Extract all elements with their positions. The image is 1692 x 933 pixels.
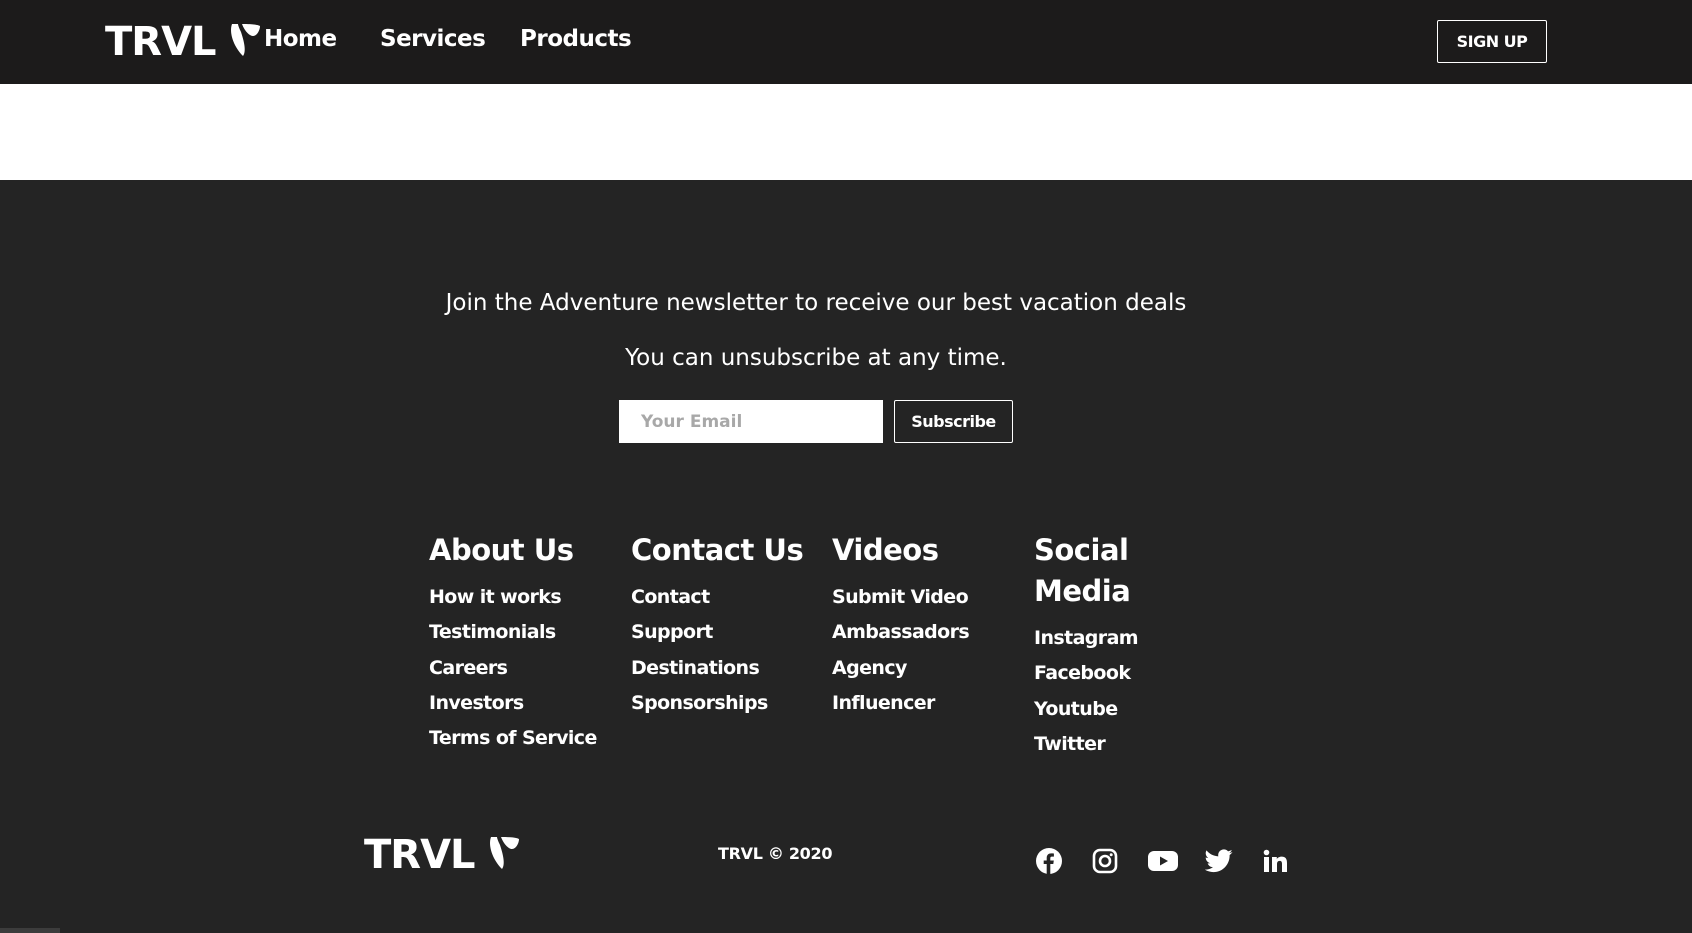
footer-link[interactable]: Terms of Service xyxy=(429,721,619,756)
social-icons xyxy=(1034,846,1316,876)
column-title: About Us xyxy=(429,533,574,567)
subscribe-button[interactable]: Subscribe xyxy=(894,400,1013,443)
signup-button[interactable]: SIGN UP xyxy=(1437,20,1547,63)
nav-home[interactable]: Home xyxy=(264,26,337,52)
footer-link[interactable]: Contact xyxy=(631,580,821,615)
footer-link[interactable]: Testimonials xyxy=(429,615,619,650)
hero-band xyxy=(0,84,1692,180)
footer-link[interactable]: Ambassadors xyxy=(832,615,1022,650)
logo-mark-icon xyxy=(230,24,260,56)
nav-products[interactable]: Products xyxy=(520,26,632,52)
footer-link[interactable]: Instagram xyxy=(1034,621,1144,656)
footer-link[interactable]: Sponsorships xyxy=(631,686,821,721)
footer-link[interactable]: Support xyxy=(631,615,821,650)
instagram-icon[interactable] xyxy=(1090,846,1120,876)
footer-link[interactable]: Destinations xyxy=(631,651,821,686)
footer-link[interactable]: Careers xyxy=(429,651,619,686)
footer-link[interactable]: Twitter xyxy=(1034,727,1144,762)
footer-column-contact: Contact Us Contact Support Destinations … xyxy=(631,530,821,721)
nav-services[interactable]: Services xyxy=(380,26,486,52)
copyright-text: TRVL © 2020 xyxy=(718,844,833,863)
footer-logo[interactable]: TRVL xyxy=(364,832,521,878)
footer-link[interactable]: Investors xyxy=(429,686,619,721)
twitter-icon[interactable] xyxy=(1204,846,1234,876)
footer-column-social: Social Media Instagram Facebook Youtube … xyxy=(1034,530,1144,762)
footer-column-about: About Us How it works Testimonials Caree… xyxy=(429,530,619,756)
footer-link[interactable]: Facebook xyxy=(1034,656,1144,691)
facebook-icon[interactable] xyxy=(1034,846,1064,876)
email-field[interactable] xyxy=(619,400,883,443)
footer-link[interactable]: Agency xyxy=(832,651,1022,686)
scrollbar-corner xyxy=(0,928,60,933)
footer-column-videos: Videos Submit Video Ambassadors Agency I… xyxy=(832,530,1022,721)
column-title: Contact Us xyxy=(631,533,804,567)
logo-mark-icon xyxy=(489,837,519,869)
column-title: Social Media xyxy=(1034,533,1131,608)
brand-logo[interactable]: TRVL xyxy=(105,18,262,66)
footer-brand-name: TRVL xyxy=(364,832,476,878)
column-title: Videos xyxy=(832,533,939,567)
footer-link[interactable]: Youtube xyxy=(1034,692,1144,727)
youtube-icon[interactable] xyxy=(1146,846,1180,876)
navbar: TRVL Home Services Products SIGN UP xyxy=(0,0,1692,84)
newsletter-heading: Join the Adventure newsletter to receive… xyxy=(445,290,1187,316)
brand-name: TRVL xyxy=(105,19,217,65)
newsletter-subheading: You can unsubscribe at any time. xyxy=(625,345,1007,371)
footer-link[interactable]: Submit Video xyxy=(832,580,1022,615)
linkedin-icon[interactable] xyxy=(1260,846,1290,876)
footer-link[interactable]: Influencer xyxy=(832,686,1022,721)
footer-link[interactable]: How it works xyxy=(429,580,619,615)
